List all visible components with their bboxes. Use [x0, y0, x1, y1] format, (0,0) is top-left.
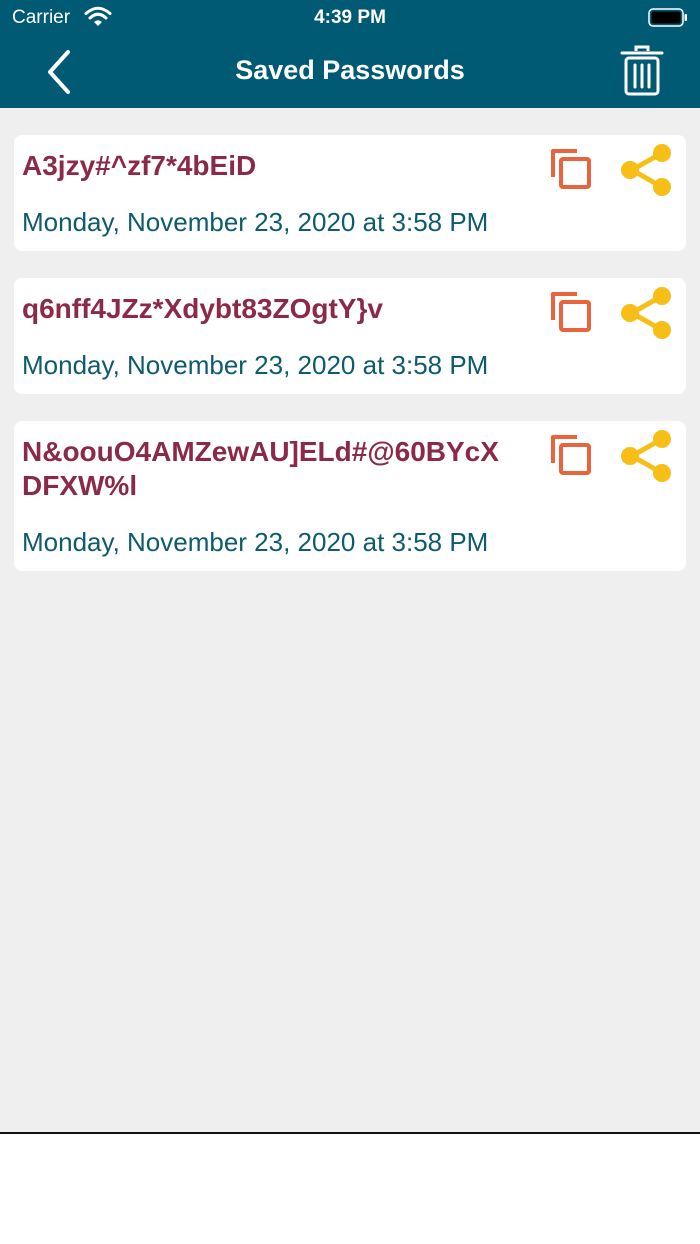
page-title: Saved Passwords — [235, 55, 465, 85]
password-text: q6nff4JZz*Xdybt83ZOgtY}v — [22, 293, 383, 324]
copy-button[interactable] — [547, 288, 595, 336]
copy-button[interactable] — [547, 431, 595, 479]
password-card: N&oouO4AMZewAU]ELd#@60BYcXDFXW%l Monday,… — [14, 421, 686, 571]
status-time: 4:39 PM — [314, 7, 386, 28]
trash-icon — [620, 45, 664, 96]
password-card: A3jzy#^zf7*4bEiD Monday, November 23, 20… — [14, 135, 686, 251]
copy-icon — [551, 435, 591, 475]
share-button[interactable] — [616, 143, 676, 197]
share-icon — [621, 144, 671, 196]
password-text: A3jzy#^zf7*4bEiD — [22, 150, 257, 181]
nav-header: Carrier 4:39 PM Saved Passwords — [0, 0, 700, 108]
password-text: N&oouO4AMZewAU]ELd#@60BYcXDFXW%l — [22, 436, 499, 501]
share-button[interactable] — [616, 286, 676, 340]
share-icon — [621, 287, 671, 339]
status-bar: Carrier 4:39 PM — [0, 0, 700, 36]
copy-icon — [551, 292, 591, 332]
battery-icon — [648, 8, 687, 27]
share-icon — [621, 430, 671, 482]
password-list: A3jzy#^zf7*4bEiD Monday, November 23, 20… — [14, 135, 686, 598]
password-timestamp: Monday, November 23, 2020 at 3:58 PM — [22, 527, 489, 557]
delete-all-button[interactable] — [618, 44, 666, 98]
share-button[interactable] — [616, 429, 676, 483]
bottom-area — [0, 1132, 700, 1244]
copy-icon — [551, 149, 591, 189]
password-card: q6nff4JZz*Xdybt83ZOgtY}v Monday, Novembe… — [14, 278, 686, 394]
password-timestamp: Monday, November 23, 2020 at 3:58 PM — [22, 207, 489, 237]
password-timestamp: Monday, November 23, 2020 at 3:58 PM — [22, 350, 489, 380]
copy-button[interactable] — [547, 145, 595, 193]
